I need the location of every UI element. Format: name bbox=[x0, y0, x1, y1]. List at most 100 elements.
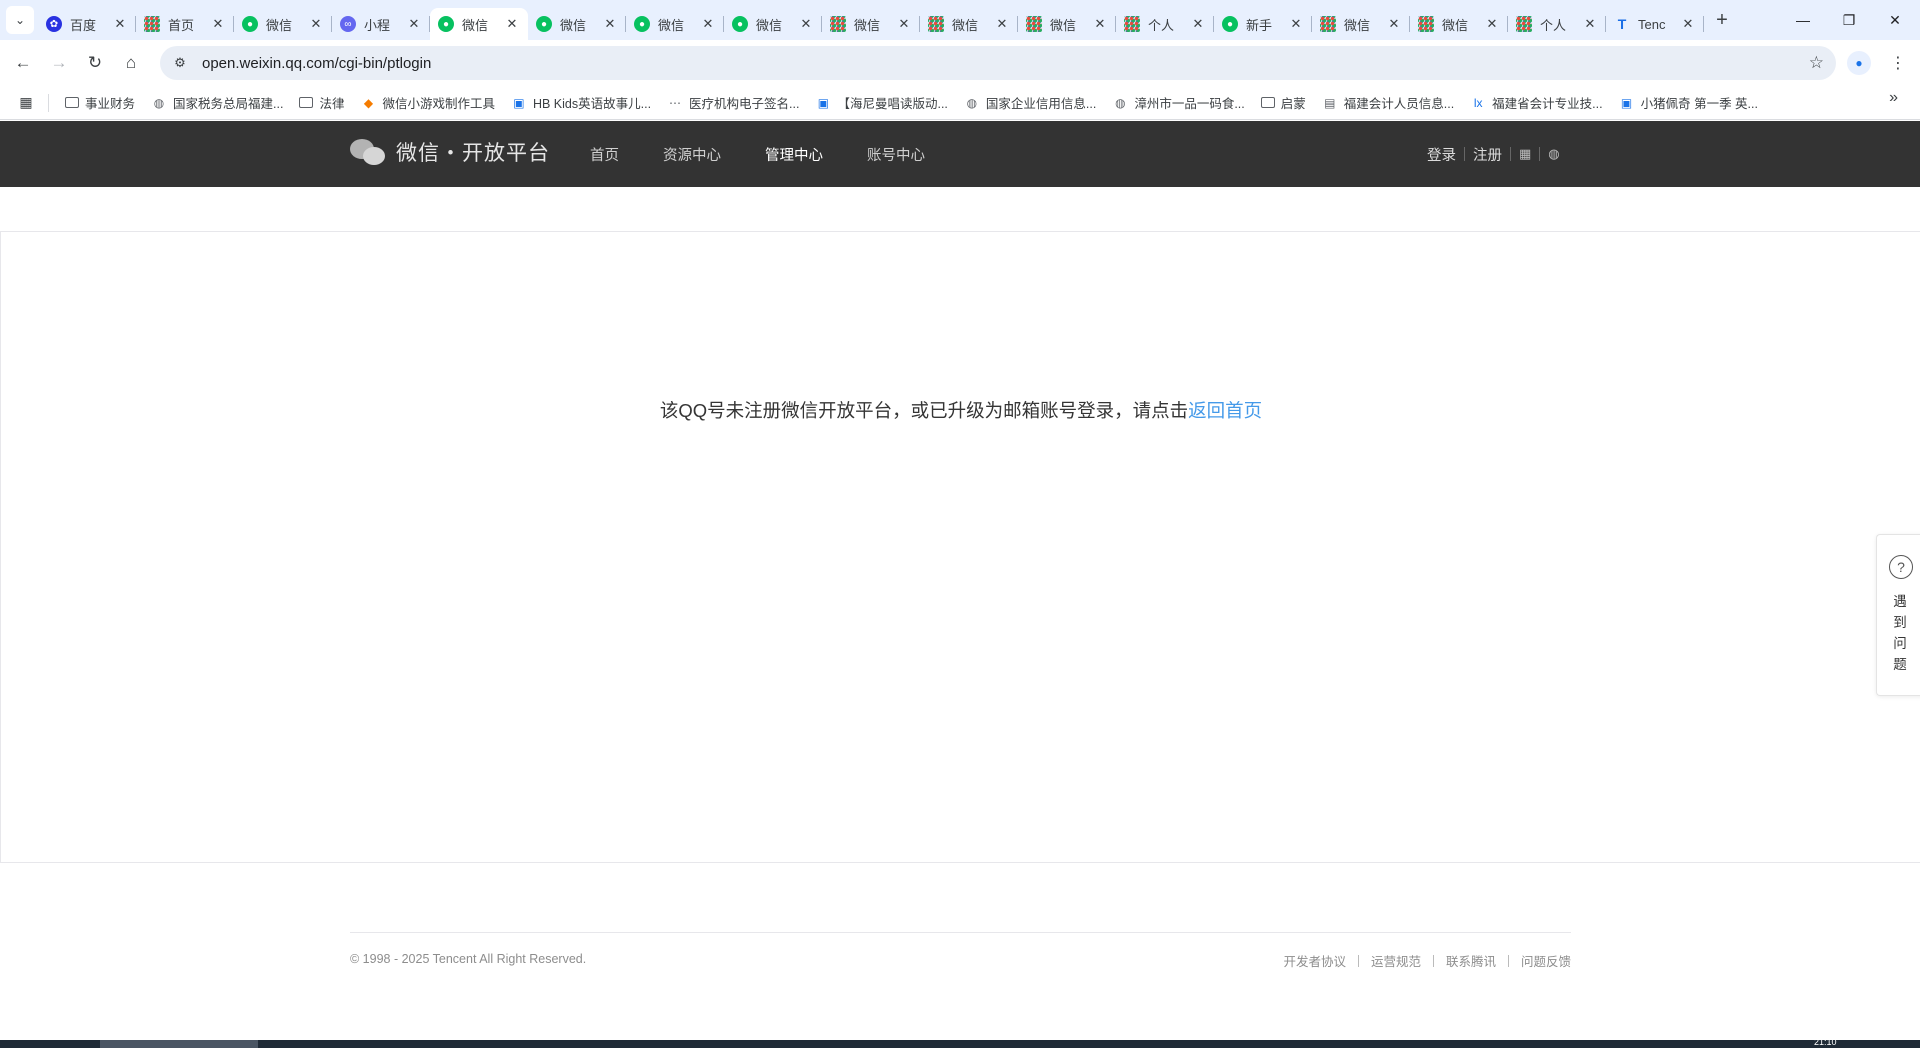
browser-tab[interactable]: T Tenc ✕ bbox=[1606, 8, 1704, 40]
tab-title: 微信 bbox=[952, 17, 979, 33]
tune-icon: ⚙ bbox=[174, 55, 186, 70]
bookmark-star-icon[interactable]: ☆ bbox=[1809, 53, 1824, 73]
globe-icon: ◍ bbox=[153, 95, 165, 110]
browser-tab[interactable]: 个人 ✕ bbox=[1508, 8, 1606, 40]
bookmarks-overflow-icon[interactable]: » bbox=[1889, 89, 1898, 107]
back-home-link[interactable]: 返回首页 bbox=[1188, 400, 1262, 421]
bookmark-item[interactable]: 事业财务 bbox=[57, 89, 143, 117]
browser-tab[interactable]: 微信 ✕ bbox=[1410, 8, 1508, 40]
tab-close-icon[interactable]: ✕ bbox=[700, 16, 716, 32]
tab-title: 小程 bbox=[364, 17, 391, 33]
globe-language-icon[interactable]: ◍ bbox=[1548, 146, 1559, 162]
tab-close-icon[interactable]: ✕ bbox=[1386, 16, 1402, 32]
grid-icon bbox=[1320, 16, 1336, 32]
tab-list: ✿ 百度 ✕ 首页 ✕ ● 微信 ✕ ∞ 小程 ✕ ● 微信 ✕ ● 微信 ✕ ● 微信 ✕ ● 微信 ✕ 微信 ✕ 微信 ✕ 微信 ✕… bbox=[38, 0, 1704, 40]
bookmark-item[interactable]: ◍ 漳州市一品一码食... bbox=[1104, 89, 1252, 117]
bookmark-item[interactable]: ▣ HB Kids英语故事儿... bbox=[503, 89, 659, 117]
bookmark-item[interactable]: 启蒙 bbox=[1253, 89, 1314, 117]
tab-close-icon[interactable]: ✕ bbox=[602, 16, 618, 32]
register-link[interactable]: 注册 bbox=[1473, 144, 1502, 165]
browser-tab[interactable]: ● 微信 ✕ bbox=[528, 8, 626, 40]
taskbar-active-item[interactable] bbox=[100, 1040, 258, 1048]
bookmark-item[interactable]: ◍ 国家税务总局福建... bbox=[143, 89, 291, 117]
browser-tab[interactable]: ● 微信 ✕ bbox=[234, 8, 332, 40]
minimize-button[interactable]: — bbox=[1780, 0, 1826, 40]
browser-tab[interactable]: 个人 ✕ bbox=[1116, 8, 1214, 40]
bookmark-item[interactable]: ⋯ 医疗机构电子签名... bbox=[659, 89, 807, 117]
browser-tab[interactable]: ● 新手 ✕ bbox=[1214, 8, 1312, 40]
tab-close-icon[interactable]: ✕ bbox=[994, 16, 1010, 32]
bookmark-item[interactable]: ◆ 微信小游戏制作工具 bbox=[352, 89, 503, 117]
bookmark-label: 法律 bbox=[319, 97, 345, 111]
tab-close-icon[interactable]: ✕ bbox=[1680, 16, 1696, 32]
tab-title: 百度 bbox=[70, 17, 97, 33]
back-button[interactable]: ← bbox=[6, 46, 40, 80]
footer-link[interactable]: 联系腾讯 bbox=[1446, 951, 1496, 970]
profile-avatar[interactable]: ● bbox=[1847, 51, 1871, 75]
tab-close-icon[interactable]: ✕ bbox=[112, 16, 128, 32]
browser-tab[interactable]: 微信 ✕ bbox=[920, 8, 1018, 40]
tab-close-icon[interactable]: ✕ bbox=[1288, 16, 1304, 32]
footer-link[interactable]: 问题反馈 bbox=[1521, 951, 1571, 970]
kebab-icon: ⋮ bbox=[1890, 55, 1906, 72]
tab-close-icon[interactable]: ✕ bbox=[1092, 16, 1108, 32]
footer-link[interactable]: 运营规范 bbox=[1371, 951, 1421, 970]
globe-icon: ◍ bbox=[1115, 95, 1126, 110]
tab-close-icon[interactable]: ✕ bbox=[1190, 16, 1206, 32]
grid-icon bbox=[1124, 16, 1140, 32]
nav-item[interactable]: 资源中心 bbox=[663, 144, 721, 165]
bookmark-item[interactable]: ◍ 国家企业信用信息... bbox=[956, 89, 1104, 117]
browser-tab[interactable]: ∞ 小程 ✕ bbox=[332, 8, 430, 40]
home-button[interactable]: ⌂ bbox=[114, 46, 148, 80]
tab-close-icon[interactable]: ✕ bbox=[406, 16, 422, 32]
tab-close-icon[interactable]: ✕ bbox=[504, 16, 520, 32]
browser-tab[interactable]: 首页 ✕ bbox=[136, 8, 234, 40]
nav-item[interactable]: 首页 bbox=[590, 144, 619, 165]
browser-tab[interactable]: 微信 ✕ bbox=[1018, 8, 1116, 40]
browser-menu-button[interactable]: ⋮ bbox=[1886, 51, 1910, 75]
reload-button[interactable]: ↻ bbox=[78, 46, 112, 80]
close-window-button[interactable]: ✕ bbox=[1872, 0, 1918, 40]
apps-button[interactable]: ▦ bbox=[12, 89, 40, 117]
nav-item[interactable]: 管理中心 bbox=[765, 144, 823, 165]
bookmark-label: 【海尼曼唱读版动... bbox=[837, 97, 948, 111]
bookmark-item[interactable]: ▣ 小猪佩奇 第一季 英... bbox=[1611, 89, 1766, 117]
site-info-button[interactable]: ⚙ bbox=[168, 51, 192, 75]
bookmark-label: 福建省会计专业技... bbox=[1492, 97, 1603, 111]
grid-icon bbox=[144, 16, 160, 32]
chevron-down-icon: ⌄ bbox=[14, 13, 26, 27]
browser-tab[interactable]: ● 微信 ✕ bbox=[430, 8, 528, 40]
bookmark-item[interactable]: ▤ 福建会计人员信息... bbox=[1314, 89, 1462, 117]
url-text[interactable]: open.weixin.qq.com/cgi-bin/ptlogin bbox=[202, 55, 431, 72]
tab-search-button[interactable]: ⌄ bbox=[6, 6, 34, 34]
bookmark-item[interactable]: 法律 bbox=[291, 89, 352, 117]
tab-close-icon[interactable]: ✕ bbox=[896, 16, 912, 32]
forward-button[interactable]: → bbox=[42, 46, 76, 80]
help-float-button[interactable]: ? 遇到问题 bbox=[1876, 534, 1920, 696]
browser-tab[interactable]: 微信 ✕ bbox=[1312, 8, 1410, 40]
restore-button[interactable]: ❐ bbox=[1826, 0, 1872, 40]
help-label-char: 遇 bbox=[1893, 594, 1907, 609]
tab-close-icon[interactable]: ✕ bbox=[1484, 16, 1500, 32]
bookmark-label: 小猪佩奇 第一季 英... bbox=[1640, 97, 1758, 111]
tab-close-icon[interactable]: ✕ bbox=[1582, 16, 1598, 32]
login-link[interactable]: 登录 bbox=[1427, 144, 1456, 165]
address-bar[interactable]: ⚙ open.weixin.qq.com/cgi-bin/ptlogin ☆ bbox=[160, 46, 1836, 80]
person-icon: ● bbox=[1855, 56, 1863, 70]
browser-tab[interactable]: ● 微信 ✕ bbox=[724, 8, 822, 40]
divider bbox=[1464, 147, 1465, 161]
tab-close-icon[interactable]: ✕ bbox=[308, 16, 324, 32]
bookmark-item[interactable]: ▣ 【海尼曼唱读版动... bbox=[807, 89, 955, 117]
new-tab-button[interactable]: + bbox=[1708, 6, 1736, 34]
qrcode-icon[interactable]: ▦ bbox=[1519, 146, 1531, 162]
browser-tab[interactable]: ● 微信 ✕ bbox=[626, 8, 724, 40]
footer-link[interactable]: 开发者协议 bbox=[1283, 951, 1346, 970]
site-logo[interactable]: 微信・开放平台 bbox=[350, 137, 550, 167]
tab-close-icon[interactable]: ✕ bbox=[210, 16, 226, 32]
bookmark-item[interactable]: lx 福建省会计专业技... bbox=[1462, 89, 1610, 117]
browser-tab[interactable]: 微信 ✕ bbox=[822, 8, 920, 40]
tab-close-icon[interactable]: ✕ bbox=[798, 16, 814, 32]
nav-item[interactable]: 账号中心 bbox=[867, 144, 925, 165]
tab-title: 微信 bbox=[1344, 17, 1371, 33]
browser-tab[interactable]: ✿ 百度 ✕ bbox=[38, 8, 136, 40]
